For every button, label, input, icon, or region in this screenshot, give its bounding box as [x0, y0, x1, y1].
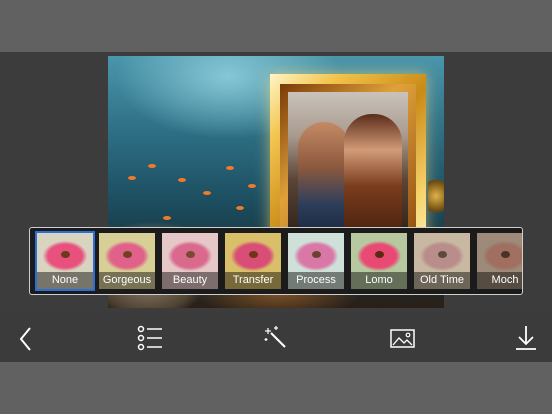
filter-label: Transfer [225, 272, 281, 289]
flower-center [186, 251, 195, 258]
top-band [0, 0, 552, 52]
person-right [344, 114, 402, 234]
fish [248, 184, 256, 188]
download-icon [516, 326, 536, 350]
gold-ornament [428, 176, 444, 216]
fish [226, 166, 234, 170]
flower-center [312, 251, 321, 258]
flower-center [501, 251, 510, 258]
fish [178, 178, 186, 182]
filter-label: Lomo [351, 272, 407, 289]
flower-center [375, 251, 384, 258]
filter-label: None [37, 272, 93, 289]
flower-center [123, 251, 132, 258]
filter-item[interactable]: None [35, 231, 95, 291]
filter-label: Gorgeous [99, 272, 155, 289]
magic-wand-icon [264, 326, 286, 348]
fish [203, 191, 211, 195]
download-button[interactable] [504, 314, 548, 362]
filter-track: None Gorgeous Beauty Transfer Process Lomo Old… [35, 231, 522, 291]
filter-label: Old Time [414, 272, 470, 289]
filter-item[interactable]: Gorgeous [98, 232, 156, 290]
fish [236, 206, 244, 210]
person-left [298, 122, 350, 232]
back-icon [19, 327, 31, 351]
filter-item[interactable]: Process [287, 232, 345, 290]
flower-center [61, 251, 70, 258]
bottom-band [0, 362, 552, 414]
frame-border [280, 84, 416, 246]
flower-center [438, 251, 447, 258]
fish [163, 216, 171, 220]
filter-label: Moch [477, 272, 522, 289]
back-button[interactable] [4, 314, 48, 362]
fish [128, 176, 136, 180]
filter-item[interactable]: Lomo [350, 232, 408, 290]
framed-photo [288, 92, 408, 238]
filter-label: Beauty [162, 272, 218, 289]
image-icon [390, 329, 415, 348]
filter-item[interactable]: Transfer [224, 232, 282, 290]
filter-item[interactable]: Old Time [413, 232, 471, 290]
fish [148, 164, 156, 168]
filter-item[interactable]: Beauty [161, 232, 219, 290]
gallery-button[interactable] [380, 314, 424, 362]
list-icon [137, 325, 162, 351]
list-button[interactable] [128, 314, 172, 362]
filter-label: Process [288, 272, 344, 289]
filter-strip[interactable]: None Gorgeous Beauty Transfer Process Lomo Old… [29, 227, 523, 295]
bottom-toolbar [0, 314, 552, 362]
flower-center [249, 251, 258, 258]
magic-wand-button[interactable] [254, 314, 298, 362]
filter-item[interactable]: Moch [476, 232, 522, 290]
